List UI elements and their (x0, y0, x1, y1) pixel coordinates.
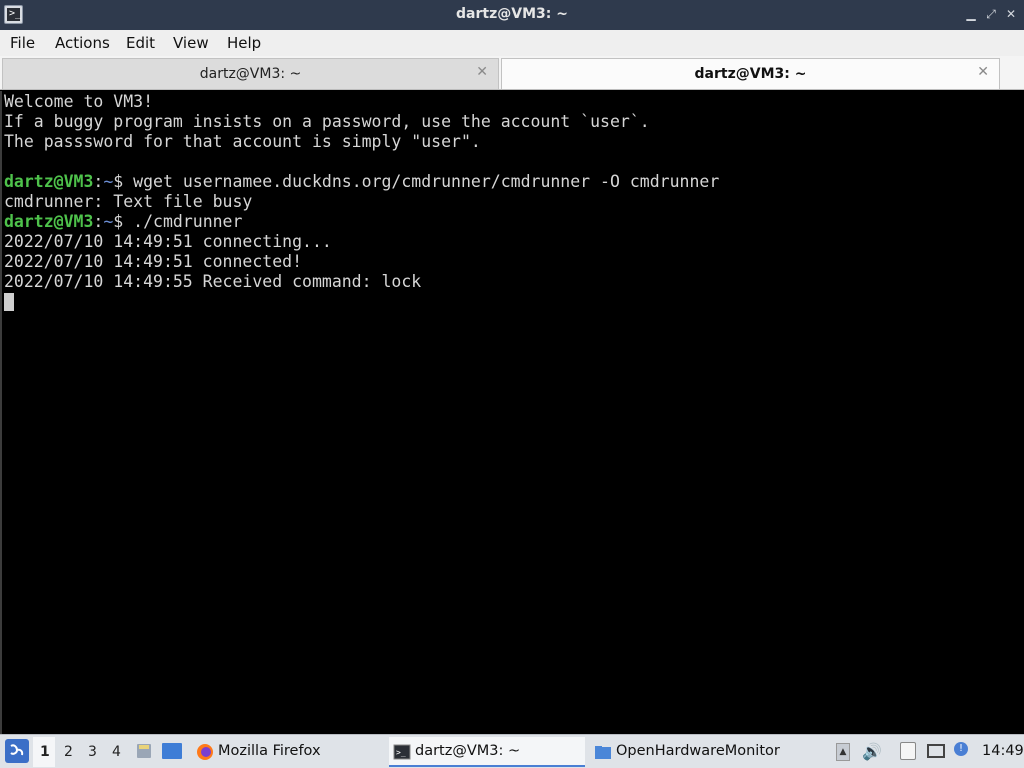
command-text: wget usernamee.duckdns.org/cmdrunner/cmd… (133, 172, 720, 191)
prompt-path: ~ (103, 212, 114, 231)
menu-file[interactable]: File (10, 34, 35, 52)
terminal-area[interactable]: Welcome to VM3! If a buggy program insist… (0, 91, 1024, 734)
menu-view[interactable]: View (173, 34, 209, 52)
window-titlebar: >_ dartz@VM3: ~ ▁ ⤢ ✕ (0, 0, 1024, 30)
window-title: dartz@VM3: ~ (456, 6, 568, 22)
workspace-1[interactable]: 1 (40, 744, 50, 760)
prompt-user: dartz@VM3 (4, 212, 94, 231)
task-terminal[interactable]: >_ dartz@VM3: ~ (389, 737, 585, 767)
app-menu-icon[interactable] (5, 739, 29, 763)
terminal-line: cmdrunner: Text file busy (4, 192, 253, 211)
workspace-2[interactable]: 2 (64, 744, 73, 760)
volume-icon[interactable]: 🔊 (862, 742, 882, 761)
terminal-line: The passsword for that account is simply… (4, 132, 481, 151)
terminal-line: If a buggy program insists on a password… (4, 112, 650, 131)
terminal-line: dartz@VM3:~$ wget usernamee.duckdns.org/… (4, 172, 719, 192)
tab-close-icon[interactable]: ✕ (977, 64, 989, 80)
prompt-symbol: $ (113, 172, 134, 191)
network-icon[interactable] (927, 744, 945, 758)
menu-bar: File Actions Edit View Help (0, 30, 1024, 56)
folder-icon (595, 746, 611, 759)
task-firefox[interactable]: Mozilla Firefox (192, 737, 382, 767)
minimize-icon[interactable]: ▁ (964, 7, 978, 21)
show-desktop-icon[interactable] (162, 743, 182, 759)
prompt-path: ~ (103, 172, 114, 191)
tab-close-icon[interactable]: ✕ (476, 64, 488, 80)
tab-label: dartz@VM3: ~ (694, 66, 807, 82)
prompt-separator: : (93, 212, 104, 231)
terminal-line: Welcome to VM3! (4, 92, 154, 111)
tab-bar: dartz@VM3: ~ ✕ dartz@VM3: ~ ✕ (0, 56, 1024, 90)
workspace-4[interactable]: 4 (112, 744, 121, 760)
workspace-3[interactable]: 3 (88, 744, 97, 760)
terminal-line: 2022/07/10 14:49:51 connected! (4, 252, 303, 271)
menu-edit[interactable]: Edit (126, 34, 155, 52)
tab-terminal-1[interactable]: dartz@VM3: ~ ✕ (2, 58, 499, 89)
update-notifier-icon[interactable]: ! (954, 742, 968, 756)
tray-scroll-up-icon[interactable]: ▲ (836, 743, 850, 761)
terminal-cursor (4, 292, 14, 311)
prompt-symbol: $ (113, 212, 134, 231)
tab-label: dartz@VM3: ~ (199, 66, 302, 82)
svg-text:>_: >_ (396, 748, 406, 757)
restore-icon[interactable]: ⤢ (984, 7, 998, 21)
clipboard-icon[interactable] (900, 742, 916, 760)
close-icon[interactable]: ✕ (1004, 7, 1018, 21)
task-label: Mozilla Firefox (218, 743, 321, 759)
taskbar: 1 2 3 4 Mozilla Firefox >_ dartz@VM3: ~ … (0, 734, 1024, 768)
firefox-icon (197, 744, 213, 760)
terminal-output: Welcome to VM3! If a buggy program insist… (4, 92, 719, 312)
file-manager-launcher-icon[interactable] (135, 742, 153, 760)
terminal-icon: >_ (393, 744, 411, 760)
terminal-line: 2022/07/10 14:49:51 connecting... (4, 232, 332, 251)
task-label: OpenHardwareMonitor (616, 743, 780, 759)
task-openhardwaremonitor[interactable]: OpenHardwareMonitor (590, 737, 820, 767)
task-label: dartz@VM3: ~ (415, 743, 521, 759)
prompt-user: dartz@VM3 (4, 172, 94, 191)
menu-actions[interactable]: Actions (55, 34, 110, 52)
terminal-cursor-line (4, 292, 719, 312)
terminal-line: 2022/07/10 14:49:55 Received command: lo… (4, 272, 422, 291)
terminal-line: dartz@VM3:~$ ./cmdrunner (4, 212, 719, 232)
tab-terminal-2[interactable]: dartz@VM3: ~ ✕ (501, 58, 1000, 89)
menu-help[interactable]: Help (227, 34, 261, 52)
command-text: ./cmdrunner (133, 212, 243, 231)
clock[interactable]: 14:49 (982, 743, 1024, 759)
prompt-separator: : (93, 172, 104, 191)
